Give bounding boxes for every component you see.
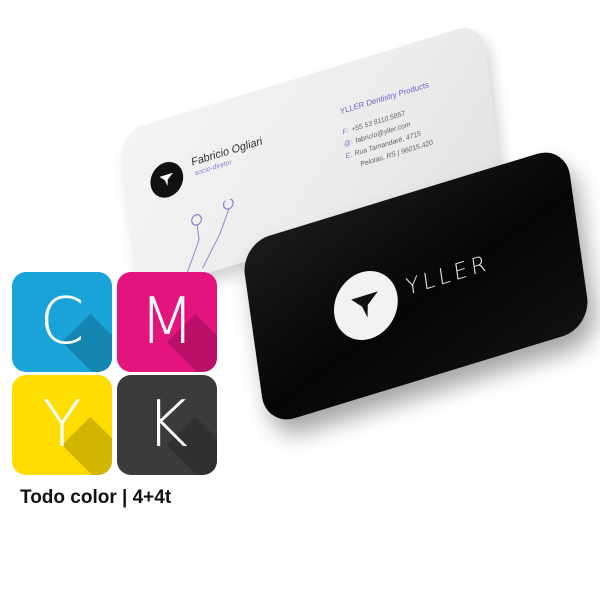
tile-letter: Y	[42, 388, 82, 462]
tile-letter: C	[39, 285, 85, 359]
yller-logo-large-icon	[329, 262, 403, 349]
cmyk-tile-magenta: M	[117, 272, 217, 372]
cmyk-tile-yellow: Y	[12, 375, 112, 475]
tile-letter: M	[139, 285, 195, 359]
cmyk-tile-cyan: C	[12, 272, 112, 372]
cmyk-tile-black: K	[117, 375, 217, 475]
print-spec-caption: Todo color | 4+4t	[20, 487, 172, 508]
circuit-decoration-icon	[186, 198, 234, 274]
tile-letter: K	[146, 388, 188, 462]
card-company-name: YLLER Dentistry Products	[339, 79, 430, 117]
card-brand-name: YLLER	[404, 250, 492, 301]
yller-logo-icon	[148, 157, 186, 202]
